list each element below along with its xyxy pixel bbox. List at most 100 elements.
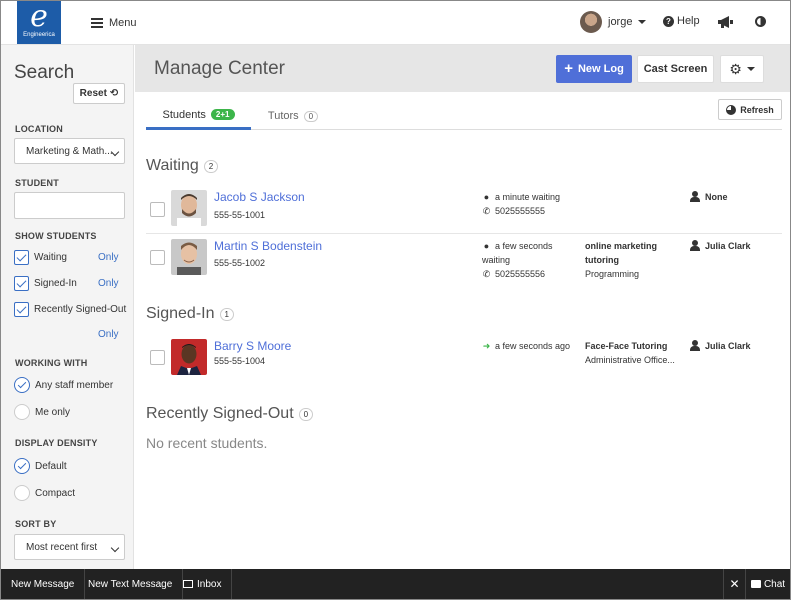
- student-id: 555-55-1002: [214, 258, 266, 268]
- row-select-checkbox[interactable]: [150, 350, 165, 365]
- location-select[interactable]: Marketing & Math...: [14, 138, 125, 164]
- chat-icon: [750, 580, 761, 588]
- sort-by-value: Most recent first: [26, 541, 98, 553]
- megaphone-icon[interactable]: [717, 15, 735, 29]
- question-circle-icon: ?: [663, 15, 674, 27]
- staff-assignment: None: [690, 191, 728, 202]
- student-photo: [171, 339, 207, 375]
- user-name: jorge: [608, 16, 633, 28]
- student-name-link[interactable]: Jacob S Jackson: [214, 190, 305, 204]
- chat-button[interactable]: Chat: [745, 569, 790, 599]
- close-button[interactable]: ✕: [723, 569, 745, 599]
- staff-assignment: Julia Clark: [690, 340, 751, 351]
- student-photo: [171, 190, 207, 226]
- new-text-message-button[interactable]: New Text Message: [78, 569, 184, 599]
- new-log-button[interactable]: + New Log: [556, 55, 632, 83]
- user-menu[interactable]: jorge: [580, 11, 647, 33]
- student-input[interactable]: [14, 192, 125, 219]
- signed-out-count: 0: [298, 407, 314, 421]
- tab-students[interactable]: Students 2+1: [146, 102, 251, 130]
- chevron-down-icon: [110, 543, 120, 553]
- phone-number: 5025555555: [495, 206, 546, 216]
- radio-selected[interactable]: [14, 377, 30, 393]
- radio-unselected[interactable]: [14, 404, 30, 420]
- hamburger-icon: [91, 18, 103, 28]
- student-id: 555-55-1001: [214, 210, 266, 220]
- menu-button[interactable]: Menu: [91, 14, 137, 32]
- density-default-label: Default: [35, 460, 67, 472]
- signed-in-checkbox-label: Signed-In: [34, 278, 77, 289]
- contrast-toggle-icon[interactable]: [755, 16, 766, 27]
- checkbox-checked[interactable]: [14, 302, 29, 317]
- settings-dropdown-button[interactable]: ⚙: [720, 55, 764, 83]
- reset-label: Reset: [79, 88, 107, 99]
- student-name-link[interactable]: Barry S Moore: [214, 339, 291, 353]
- waiting-checkbox[interactable]: Waiting: [14, 250, 67, 265]
- inbox-button[interactable]: Inbox: [173, 569, 233, 599]
- phone-icon: ✆: [482, 206, 491, 216]
- staff-icon: [690, 191, 700, 202]
- signed-in-only-link[interactable]: Only: [98, 278, 119, 289]
- location-value: Marketing & Math...: [26, 145, 113, 157]
- pie-chart-icon: [726, 104, 737, 115]
- density-compact-radio[interactable]: Compact: [14, 485, 75, 501]
- menu-label: Menu: [109, 17, 137, 29]
- envelope-icon: [183, 580, 193, 588]
- any-staff-label: Any staff member: [35, 379, 114, 391]
- tab-tutors-label: Tutors: [267, 110, 299, 122]
- search-sidebar: Search Reset ⟲ LOCATION Marketing & Math…: [1, 45, 134, 569]
- any-staff-radio[interactable]: Any staff member: [14, 377, 113, 393]
- row-divider: [146, 233, 782, 234]
- sidebar-title: Search: [14, 62, 75, 83]
- checkbox-checked[interactable]: [14, 276, 29, 291]
- signed-in-section-title: Signed-In 1: [146, 305, 234, 323]
- gear-icon: ⚙: [729, 60, 742, 77]
- recently-signed-out-checkbox[interactable]: Recently Signed-Out: [14, 302, 126, 317]
- tab-students-label: Students: [162, 108, 206, 121]
- logo-brand-name: Engineerica: [23, 32, 55, 38]
- waiting-count: 2: [203, 159, 219, 173]
- student-name-link[interactable]: Martin S Bodenstein: [214, 239, 322, 253]
- recently-signed-out-only-link[interactable]: Only: [98, 329, 119, 340]
- row-select-checkbox[interactable]: [150, 202, 165, 217]
- clock-icon: ●: [483, 192, 490, 202]
- reset-button[interactable]: Reset ⟲: [73, 83, 125, 104]
- cast-screen-button[interactable]: Cast Screen: [637, 55, 714, 83]
- sort-by-select[interactable]: Most recent first: [14, 534, 125, 560]
- new-message-label: New Message: [11, 578, 75, 590]
- staff-icon: [690, 340, 700, 351]
- staff-assignment: Julia Clark: [690, 240, 751, 251]
- tab-bar: Students 2+1 Tutors 0: [146, 102, 782, 130]
- waiting-section-title: Waiting 2: [146, 157, 219, 175]
- radio-selected[interactable]: [14, 458, 30, 474]
- course-subject: Administrative Office...: [585, 355, 675, 365]
- caret-down-icon: [638, 20, 647, 24]
- radio-unselected[interactable]: [14, 485, 30, 501]
- me-only-radio[interactable]: Me only: [14, 404, 70, 420]
- signed-in-time: a few seconds ago: [495, 341, 571, 351]
- engineerica-logo[interactable]: e Engineerica: [17, 1, 61, 44]
- course-name: Face-Face Tutoring: [585, 341, 668, 351]
- row-select-checkbox[interactable]: [150, 250, 165, 265]
- wait-time: a few seconds waiting: [482, 241, 553, 265]
- wait-info: ● a minute waiting ✆ 5025555555: [482, 190, 582, 218]
- refresh-label: Refresh: [740, 104, 774, 115]
- refresh-button[interactable]: Refresh: [718, 99, 782, 120]
- staff-name: None: [705, 191, 728, 202]
- page-header: Manage Center + New Log Cast Screen ⚙: [135, 45, 790, 92]
- new-message-button[interactable]: New Message: [1, 569, 86, 599]
- signed-in-checkbox[interactable]: Signed-In: [14, 276, 77, 291]
- density-compact-label: Compact: [35, 487, 76, 499]
- course-info: Face-Face Tutoring Administrative Office…: [585, 339, 685, 367]
- waiting-only-link[interactable]: Only: [98, 252, 119, 263]
- cast-screen-label: Cast Screen: [643, 63, 708, 75]
- working-with-label: WORKING WITH: [15, 358, 88, 368]
- density-default-radio[interactable]: Default: [14, 458, 67, 474]
- tab-tutors[interactable]: Tutors 0: [258, 102, 328, 130]
- wait-time: a minute waiting: [495, 192, 561, 202]
- help-link[interactable]: ? Help: [663, 15, 700, 27]
- staff-name: Julia Clark: [705, 340, 751, 351]
- display-density-label: DISPLAY DENSITY: [15, 438, 98, 448]
- signed-out-section-title: Recently Signed-Out 0: [146, 405, 314, 423]
- checkbox-checked[interactable]: [14, 250, 29, 265]
